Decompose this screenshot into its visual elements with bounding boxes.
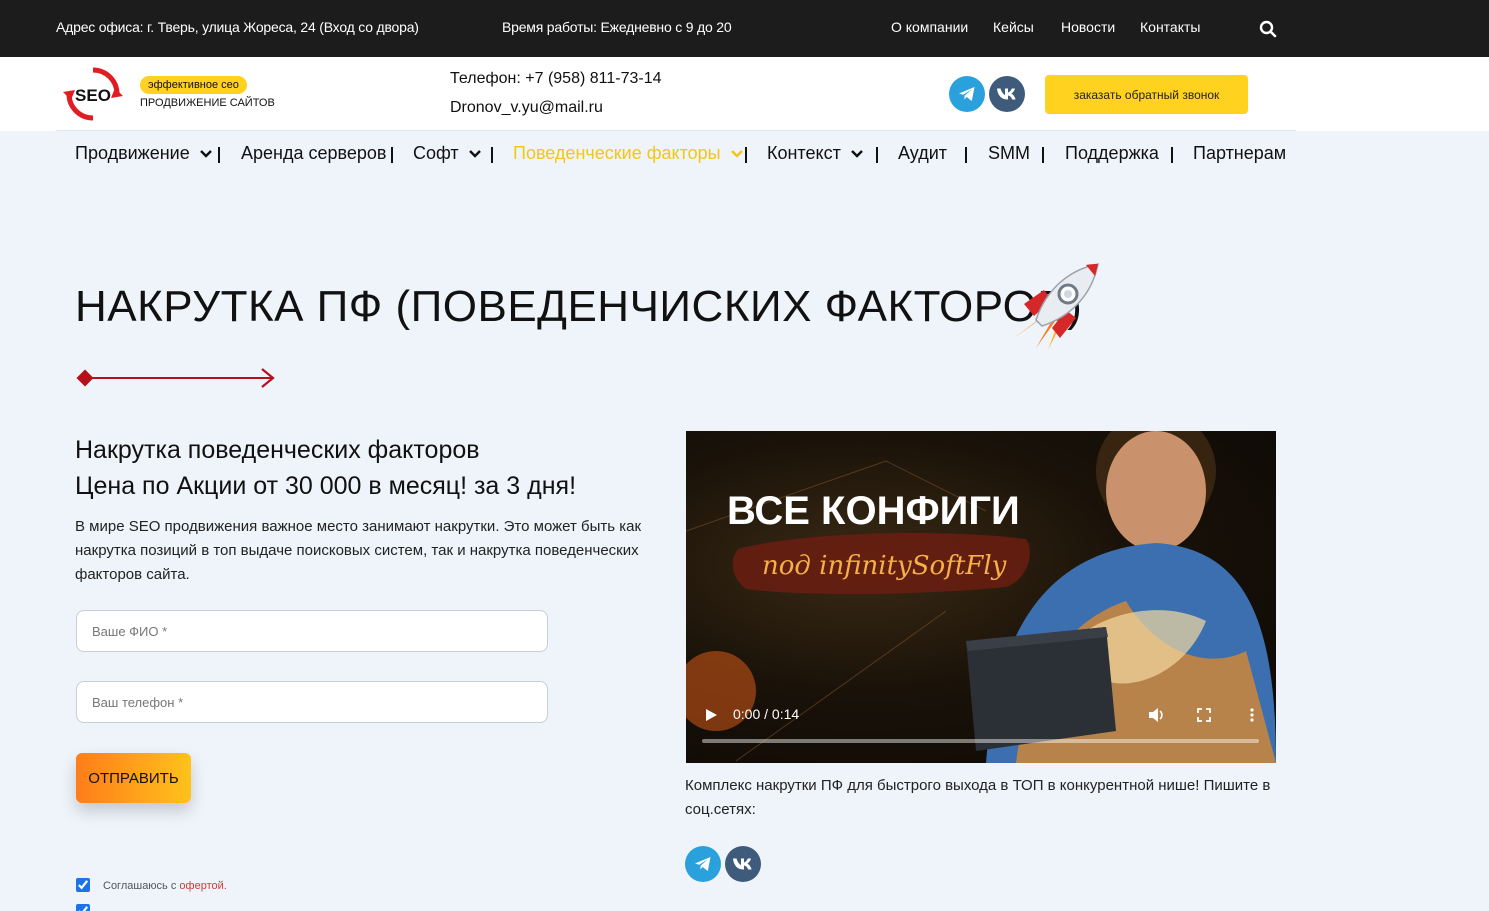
top-link-contacts[interactable]: Контакты [1140,19,1200,35]
page-title: НАКРУТКА ПФ (ПОВЕДЕНЧИСКИХ ФАКТОРОВ) [75,282,1083,331]
chevron-down-icon [199,149,212,158]
play-icon[interactable] [703,707,719,723]
top-link-about[interactable]: О компании [891,19,968,35]
logo-subtitle: ПРОДВИЖЕНИЕ САЙТОВ [140,97,275,109]
top-link-cases[interactable]: Кейсы [993,19,1034,35]
telegram-button-bottom[interactable] [685,846,721,882]
nav-label: Контекст [767,143,841,163]
nav-separator [876,147,878,163]
nav-label: Партнерам [1193,143,1287,163]
name-input[interactable] [76,610,548,652]
nav-label: Продвижение [75,143,190,163]
top-bar: Адрес офиса: г. Тверь, улица Жореса, 24 … [0,0,1489,57]
telegram-icon [695,857,711,871]
working-hours: Время работы: Ежедневно с 9 до 20 [502,19,732,35]
consent-text: Соглашаюсь с [103,880,180,892]
vk-icon [733,858,752,870]
decorative-arrow-icon [76,368,275,388]
callback-button[interactable]: заказать обратный звонок [1045,75,1248,114]
submit-button[interactable]: ОТПРАВИТЬ [76,753,191,803]
logo-text: SEO [75,86,111,105]
nav-item-promotion[interactable]: Продвижение [75,143,212,164]
vk-button[interactable] [989,76,1025,112]
video-time: 0:00 / 0:14 [733,706,800,722]
video-progress-bar[interactable] [702,739,1259,743]
nav-label: SMM [988,143,1030,163]
email-link[interactable]: Dronov_v.yu@mail.ru [450,99,603,117]
nav-label: Аудит [898,143,948,163]
nav-item-smm[interactable]: SMM [988,143,1030,164]
nav-item-support[interactable]: Поддержка [1065,143,1159,164]
rocket-icon [1014,263,1099,350]
chevron-down-icon [850,149,863,158]
nav-separator [218,147,220,163]
chevron-down-icon [730,149,743,158]
telegram-button[interactable] [949,76,985,112]
telegram-icon [959,87,975,101]
video-player[interactable]: ВСЕ КОНФИГИ под infinitySoftFly 0:00 / 0… [686,431,1276,763]
nav-separator [491,147,493,163]
phone-link[interactable]: Телефон: +7 (958) 811-73-14 [450,70,662,88]
nav-item-soft[interactable]: Софт [413,143,481,164]
hero-subtitle-price: Цена по Акции от 30 000 в месяц! за 3 дн… [75,472,577,500]
vk-button-bottom[interactable] [725,846,761,882]
vk-icon [997,88,1016,100]
offer-link[interactable]: офертой. [179,880,226,892]
fullscreen-icon[interactable] [1196,707,1212,723]
nav-separator [391,147,393,163]
nav-separator [1171,147,1173,163]
slogan-badge: эффективное сео [140,76,247,94]
seo-logo-icon[interactable]: SEO [63,66,123,122]
nav-label: Поддержка [1065,143,1159,163]
consent-checkbox[interactable] [76,878,90,892]
video-caption: Комплекс накрутки ПФ для быстрого выхода… [685,777,1271,818]
video-title: ВСЕ КОНФИГИ [727,489,1020,533]
nav-item-behavioral-factors[interactable]: Поведенческие факторы [513,143,743,164]
hero-subtitle-line1: Накрутка поведенческих факторов [75,436,480,464]
volume-icon[interactable] [1148,707,1164,723]
privacy-checkbox[interactable] [76,904,90,911]
top-link-news[interactable]: Новости [1061,19,1115,35]
nav-separator [965,147,967,163]
intro-paragraph: В мире SEO продвижения важное место зани… [75,518,642,583]
consent-label: Соглашаюсь с офертой. [103,880,227,892]
chevron-down-icon [468,149,481,158]
office-address: Адрес офиса: г. Тверь, улица Жореса, 24 … [56,19,419,35]
phone-input[interactable] [76,681,548,723]
nav-item-partners[interactable]: Партнерам [1193,143,1286,164]
search-icon[interactable] [1259,20,1277,38]
header-divider [56,130,1296,131]
nav-label: Аренда серверов [241,143,387,163]
nav-separator [1042,147,1044,163]
video-subtitle: под infinitySoftFly [762,551,1007,581]
site-header [0,57,1489,131]
nav-item-context[interactable]: Контекст [767,143,863,164]
nav-label: Софт [413,143,459,163]
more-options-icon[interactable] [1244,707,1260,723]
nav-label: Поведенческие факторы [513,143,721,163]
nav-item-audit[interactable]: Аудит [898,143,947,164]
nav-separator [745,147,747,163]
nav-item-servers[interactable]: Аренда серверов [241,143,386,164]
